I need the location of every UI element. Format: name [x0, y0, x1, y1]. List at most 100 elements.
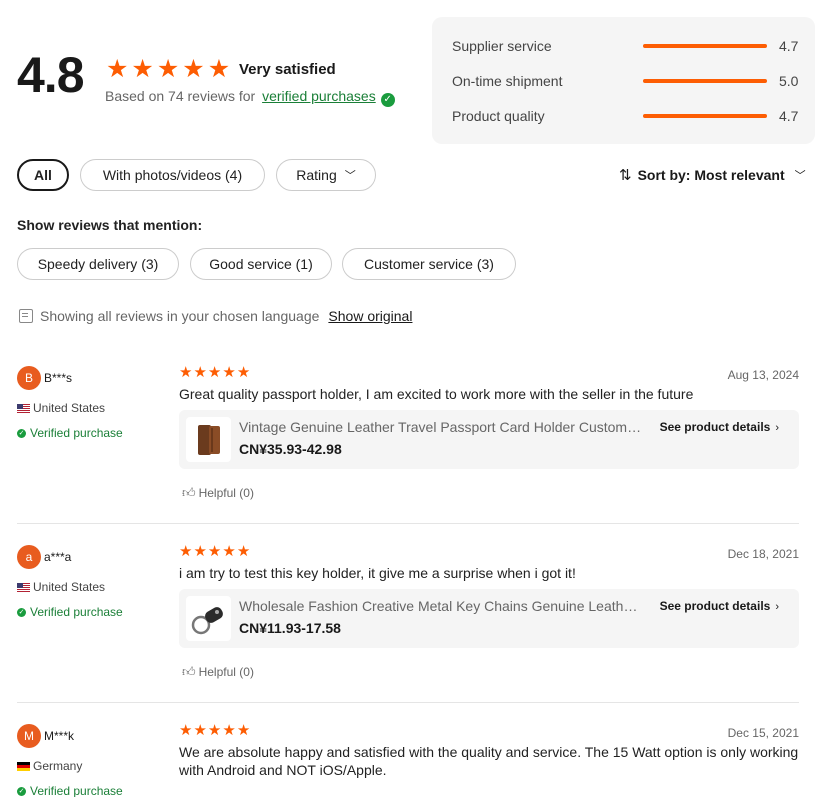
us-flag-icon — [17, 582, 30, 592]
mention-chip-good-service[interactable]: Good service (1) — [190, 248, 332, 280]
mention-chip-speedy-delivery[interactable]: Speedy delivery (3) — [17, 248, 179, 280]
see-details-label: See product details — [659, 420, 771, 434]
sort-label: Sort by: Most relevant — [637, 167, 785, 183]
filter-all-chip[interactable]: All — [17, 159, 69, 191]
star-icon: ★ — [179, 722, 193, 739]
metric-label: Supplier service — [452, 38, 552, 54]
product-card[interactable]: Vintage Genuine Leather Travel Passport … — [179, 410, 799, 469]
reviewer-name: a***a — [44, 550, 72, 564]
metric-bar — [643, 114, 767, 118]
see-details-label: See product details — [659, 599, 771, 613]
review-text: i am try to test this key holder, it giv… — [179, 565, 576, 581]
verified-badge: ✓ Verified purchase — [17, 605, 123, 619]
review-text: We are absolute happy and satisfied with… — [179, 744, 799, 778]
filter-rating-dropdown[interactable]: Rating ﹀ — [276, 159, 376, 191]
chevron-right-icon: › — [775, 601, 779, 613]
review-stars: ★ ★ ★ ★ ★ — [179, 544, 250, 559]
verified-check-icon: ✓ — [380, 93, 395, 107]
star-icon: ★ — [207, 55, 231, 83]
star-icon: ★ — [236, 722, 251, 739]
star-icon: ★ — [156, 55, 180, 83]
review-date: Aug 13, 2024 — [727, 368, 799, 382]
satisfaction-label: Very satisfied — [239, 61, 336, 78]
star-icon: ★ — [236, 364, 251, 381]
overall-score: 4.8 — [17, 47, 85, 103]
metric-bar — [643, 44, 767, 48]
verified-check-icon: ✓ — [17, 428, 26, 438]
verified-badge: ✓ Verified purchase — [17, 784, 123, 797]
verified-check-icon: ✓ — [17, 607, 26, 617]
see-product-details-link[interactable]: See product details › — [660, 420, 779, 434]
star-icon: ★ — [207, 543, 222, 560]
metric-label: Product quality — [452, 108, 545, 124]
product-thumbnail — [186, 596, 231, 641]
show-original-link[interactable]: Show original — [328, 308, 412, 324]
star-icon: ★ — [179, 364, 193, 381]
language-notice: Showing all reviews in your chosen langu… — [19, 308, 412, 324]
verified-label: Verified purchase — [30, 784, 123, 797]
translate-icon — [19, 309, 33, 323]
verified-badge: ✓ Verified purchase — [17, 426, 123, 440]
helpful-label: Helpful (0) — [198, 486, 254, 500]
star-icon: ★ — [193, 364, 207, 381]
mentions-heading: Show reviews that mention: — [17, 217, 203, 233]
sort-dropdown[interactable]: ⇅ Sort by: Most relevant ﹀ — [619, 166, 806, 184]
based-on-text: Based on 74 reviews for — [105, 88, 256, 104]
metric-value: 4.7 — [779, 38, 799, 54]
rating-dropdown-label: Rating — [296, 167, 337, 183]
star-icon: ★ — [193, 543, 207, 560]
star-icon: ★ — [106, 55, 129, 83]
helpful-label: Helpful (0) — [198, 665, 254, 679]
avatar: M — [17, 724, 41, 748]
metrics-panel: Supplier service 4.7 On-time shipment 5.… — [432, 17, 815, 144]
country-name: United States — [33, 401, 106, 415]
star-icon: ★ — [131, 55, 154, 83]
helpful-button[interactable]: 👍︎ Helpful (0) — [182, 485, 254, 501]
product-title: Wholesale Fashion Creative Metal Key Cha… — [239, 598, 644, 614]
reviewer-name: B***s — [44, 371, 73, 385]
sort-icon: ⇅ — [619, 167, 632, 184]
reviewer-country: United States — [17, 401, 105, 415]
country-name: United States — [33, 580, 106, 594]
review-stars: ★ ★ ★ ★ ★ — [179, 365, 250, 380]
verified-check-icon: ✓ — [17, 786, 26, 796]
product-card[interactable]: Wholesale Fashion Creative Metal Key Cha… — [179, 589, 799, 648]
reviewer-name: M***k — [44, 729, 75, 743]
metric-bar — [643, 79, 767, 83]
chevron-down-icon: ﹀ — [794, 170, 806, 182]
review-text: Great quality passport holder, I am exci… — [179, 386, 694, 402]
review-divider — [17, 702, 799, 703]
product-title: Vintage Genuine Leather Travel Passport … — [239, 419, 644, 435]
language-notice-text: Showing all reviews in your chosen langu… — [40, 308, 320, 324]
product-thumbnail — [186, 417, 231, 462]
reviewer-country: United States — [17, 580, 105, 594]
avatar: a — [17, 545, 41, 569]
see-product-details-link[interactable]: See product details › — [660, 599, 779, 613]
review-item: a a***a United States ✓ Verified purchas… — [17, 544, 799, 695]
mention-chip-customer-service[interactable]: Customer service (3) — [342, 248, 516, 280]
star-icon: ★ — [236, 543, 251, 560]
metric-label: On-time shipment — [452, 73, 563, 89]
review-count-text: Based on 74 reviews for verified purchas… — [105, 88, 395, 107]
review-item: B B***s United States ✓ Verified purchas… — [17, 365, 799, 516]
chevron-down-icon: ﹀ — [344, 170, 356, 182]
helpful-button[interactable]: 👍︎ Helpful (0) — [182, 664, 254, 680]
star-icon: ★ — [179, 543, 193, 560]
overall-stars: ★ ★ ★ ★ ★ — [106, 57, 230, 82]
chevron-right-icon: › — [775, 422, 779, 434]
review-date: Dec 18, 2021 — [727, 547, 799, 561]
verified-label: Verified purchase — [30, 605, 123, 619]
star-icon: ★ — [182, 55, 205, 83]
review-date: Dec 15, 2021 — [727, 726, 799, 740]
country-name: Germany — [33, 759, 83, 773]
us-flag-icon — [17, 403, 30, 413]
thumbs-up-icon: 👍︎ — [182, 485, 196, 500]
filter-photos-chip[interactable]: With photos/videos (4) — [80, 159, 265, 191]
review-stars: ★ ★ ★ ★ ★ — [179, 723, 250, 738]
metric-value: 5.0 — [779, 73, 799, 89]
germany-flag-icon — [17, 761, 30, 771]
star-icon: ★ — [222, 722, 236, 739]
verified-purchases-link[interactable]: verified purchases — [262, 88, 376, 104]
product-price: CN¥35.93-42.98 — [239, 441, 342, 457]
review-item: M M***k Germany ✓ Verified purchase ★ ★ … — [17, 723, 799, 797]
